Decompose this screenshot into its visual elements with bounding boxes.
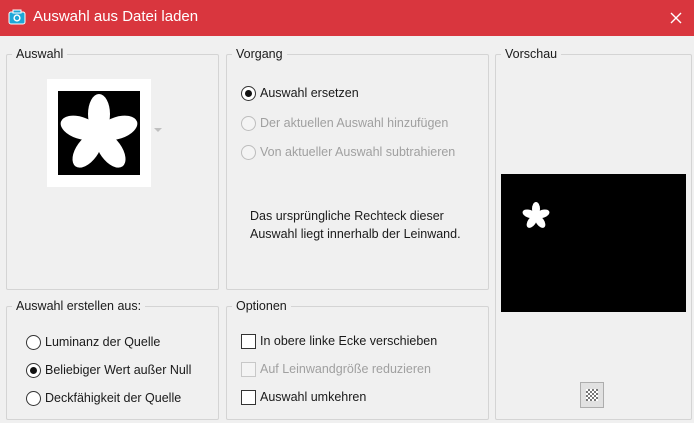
- chevron-down-icon[interactable]: [154, 128, 162, 132]
- checkbox[interactable]: [241, 389, 256, 405]
- radio-beliebiger-wert[interactable]: Beliebiger Wert außer Null: [26, 360, 191, 380]
- flower-preview-icon: [522, 202, 550, 228]
- checkbox-leinwandgroesse[interactable]: Auf Leinwandgröße reduzieren: [241, 359, 431, 379]
- auswahl-legend: Auswahl: [12, 46, 68, 62]
- radio-button[interactable]: [241, 115, 256, 131]
- checkbox[interactable]: [241, 333, 256, 349]
- checkbox-label: In obere linke Ecke verschieben: [260, 334, 438, 348]
- transparency-toggle-button[interactable]: [580, 382, 604, 408]
- checkbox[interactable]: [241, 361, 256, 377]
- radio-auswahl-hinzufuegen[interactable]: Der aktuellen Auswahl hinzufügen: [241, 113, 448, 133]
- radio-label: Der aktuellen Auswahl hinzufügen: [260, 116, 449, 130]
- radio-label: Luminanz der Quelle: [45, 335, 161, 349]
- camera-icon: [8, 9, 26, 25]
- checkbox-label: Auf Leinwandgröße reduzieren: [260, 362, 431, 376]
- selection-thumbnail[interactable]: [47, 79, 151, 187]
- radio-luminanz[interactable]: Luminanz der Quelle: [26, 332, 160, 352]
- vorschau-legend: Vorschau: [501, 46, 562, 62]
- radio-button[interactable]: [26, 362, 41, 378]
- radio-button[interactable]: [26, 390, 41, 406]
- info-text: Das ursprüngliche Rechteck dieser Auswah…: [250, 209, 461, 241]
- radio-auswahl-subtrahieren[interactable]: Von aktueller Auswahl subtrahieren: [241, 142, 455, 162]
- title-bar: Auswahl aus Datei laden: [0, 0, 694, 36]
- vorgang-legend: Vorgang: [232, 46, 287, 62]
- radio-auswahl-ersetzen[interactable]: Auswahl ersetzen: [241, 83, 359, 103]
- checkbox-auswahl-umkehren[interactable]: Auswahl umkehren: [241, 387, 366, 407]
- optionen-legend: Optionen: [232, 298, 291, 314]
- radio-button[interactable]: [26, 334, 41, 350]
- radio-label: Deckfähigkeit der Quelle: [45, 391, 182, 405]
- thumbnail-canvas: [58, 91, 140, 175]
- radio-label: Auswahl ersetzen: [260, 86, 359, 100]
- checkerboard-icon: [586, 389, 598, 401]
- erstellen-legend: Auswahl erstellen aus:: [12, 298, 146, 314]
- radio-deckfaehigkeit[interactable]: Deckfähigkeit der Quelle: [26, 388, 181, 408]
- radio-label: Von aktueller Auswahl subtrahieren: [260, 145, 456, 159]
- radio-button[interactable]: [241, 144, 256, 160]
- preview-canvas: [501, 174, 686, 312]
- close-icon[interactable]: [660, 2, 692, 34]
- checkbox-label: Auswahl umkehren: [260, 390, 367, 404]
- flower-shape-icon: [60, 94, 138, 168]
- checkbox-obere-linke-ecke[interactable]: In obere linke Ecke verschieben: [241, 331, 437, 351]
- radio-label: Beliebiger Wert außer Null: [45, 363, 192, 377]
- radio-button[interactable]: [241, 85, 256, 101]
- window-title: Auswahl aus Datei laden: [33, 8, 199, 25]
